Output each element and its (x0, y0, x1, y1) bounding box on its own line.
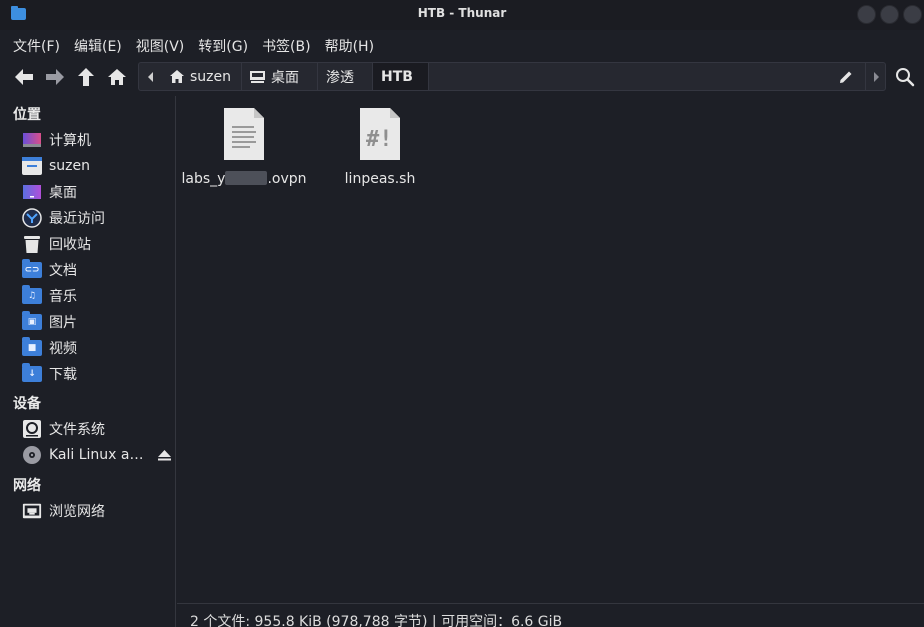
path-scroll-left-button[interactable] (141, 63, 161, 90)
pencil-icon (840, 71, 852, 83)
sidebar-label: suzen (49, 158, 91, 174)
menu-view[interactable]: 视图(V) (129, 30, 192, 58)
sidebar-label: 音乐 (49, 289, 77, 305)
sidebar: 位置 计算机 suzen 桌面 最近访问 回收站 ⊂⊃ 文档 ♫ 音乐 ▣ 图片… (0, 96, 176, 627)
minimize-button[interactable] (857, 5, 876, 24)
sidebar-item-trash[interactable]: 回收站 (22, 231, 174, 257)
home-button[interactable] (103, 63, 131, 91)
sidebar-item-pictures[interactable]: ▣ 图片 (22, 309, 174, 335)
menu-bar: 文件(F) 编辑(E) 视图(V) 转到(G) 书签(B) 帮助(H) (0, 30, 924, 58)
edit-location-button[interactable] (833, 63, 859, 90)
arrow-right-icon (46, 69, 64, 85)
sidebar-item-documents[interactable]: ⊂⊃ 文档 (22, 257, 174, 283)
recent-icon (22, 208, 42, 228)
desktop-icon (250, 70, 265, 83)
menu-file[interactable]: 文件(F) (6, 30, 67, 58)
chevron-left-icon (148, 71, 153, 82)
svg-text:#!: #! (366, 127, 393, 152)
maximize-button[interactable] (880, 5, 899, 24)
forward-button[interactable] (41, 63, 69, 91)
breadcrumb-desktop[interactable]: 桌面 (242, 63, 318, 90)
sidebar-label: 文件系统 (49, 422, 105, 438)
file-item[interactable]: #! linpeas.sh (315, 106, 445, 187)
redacted-text (225, 171, 268, 185)
breadcrumb-label: HTB (381, 68, 413, 85)
sidebar-label: 计算机 (49, 133, 91, 149)
status-bar: 2 个文件: 955.8 KiB (978,788 字节) | 可用空间：6.6… (177, 603, 924, 627)
network-icon (22, 501, 42, 521)
breadcrumb-home[interactable]: suzen (162, 63, 242, 90)
computer-icon (22, 130, 42, 150)
close-button[interactable] (903, 5, 922, 24)
menu-go[interactable]: 转到(G) (191, 30, 255, 58)
videos-folder-icon: ■ (22, 337, 42, 356)
sidebar-item-disc[interactable]: Kali Linux am… (22, 442, 174, 468)
music-folder-icon: ♫ (22, 285, 42, 304)
shell-script-icon: #! (360, 108, 400, 160)
breadcrumb-label: 渗透 (326, 69, 354, 86)
trash-icon (22, 234, 42, 254)
sidebar-item-filesystem[interactable]: 文件系统 (22, 416, 174, 442)
sidebar-item-computer[interactable]: 计算机 (22, 127, 174, 153)
file-name: labs_y .ovpn (181, 171, 307, 187)
disc-icon (22, 445, 42, 465)
menu-bookmarks[interactable]: 书签(B) (255, 30, 318, 58)
search-icon (896, 68, 915, 87)
sidebar-label: 图片 (49, 315, 77, 331)
sidebar-item-desktop[interactable]: 桌面 (22, 179, 174, 205)
path-scroll-right-button[interactable] (865, 63, 885, 90)
sidebar-label: Kali Linux am… (49, 447, 152, 463)
file-item[interactable]: labs_y .ovpn (179, 106, 309, 187)
chevron-right-icon (873, 71, 879, 82)
sidebar-label: 桌面 (49, 185, 77, 201)
pictures-folder-icon: ▣ (22, 311, 42, 330)
sidebar-section-devices: 设备 (13, 396, 41, 412)
breadcrumb-label: 桌面 (271, 69, 299, 86)
downloads-folder-icon: ↓ (22, 363, 42, 382)
breadcrumb-folder[interactable]: 渗透 (318, 63, 373, 90)
title-bar: HTB - Thunar (0, 0, 924, 30)
sidebar-item-home[interactable]: suzen (22, 153, 174, 179)
breadcrumb-current[interactable]: HTB (373, 63, 429, 90)
search-button[interactable] (891, 63, 919, 91)
sidebar-label: 下载 (49, 367, 77, 383)
text-document-icon (224, 108, 264, 160)
sidebar-section-places: 位置 (13, 107, 41, 123)
menu-help[interactable]: 帮助(H) (318, 30, 381, 58)
path-bar: suzen 桌面 渗透 HTB (138, 62, 886, 91)
sidebar-section-network: 网络 (13, 478, 41, 494)
sidebar-label: 回收站 (49, 237, 91, 253)
sidebar-item-recent[interactable]: 最近访问 (22, 205, 174, 231)
menu-edit[interactable]: 编辑(E) (67, 30, 129, 58)
window-title: HTB - Thunar (417, 6, 507, 20)
sidebar-item-browse-network[interactable]: 浏览网络 (22, 498, 174, 524)
back-button[interactable] (10, 63, 38, 91)
documents-folder-icon: ⊂⊃ (22, 259, 42, 278)
arrow-left-icon (15, 69, 33, 85)
arrow-up-icon (78, 68, 94, 86)
file-view[interactable]: labs_y .ovpn #! linpeas.sh (177, 96, 924, 603)
sidebar-label: 文档 (49, 263, 77, 279)
home-folder-icon (22, 156, 42, 176)
drive-icon (22, 419, 42, 439)
file-name: linpeas.sh (344, 171, 416, 187)
sidebar-item-downloads[interactable]: ↓ 下载 (22, 361, 174, 387)
desktop-icon (22, 182, 42, 202)
sidebar-item-videos[interactable]: ■ 视频 (22, 335, 174, 361)
sidebar-item-music[interactable]: ♫ 音乐 (22, 283, 174, 309)
sidebar-label: 视频 (49, 341, 77, 357)
sidebar-label: 最近访问 (49, 211, 105, 227)
up-button[interactable] (72, 63, 100, 91)
home-icon (108, 69, 126, 85)
eject-icon[interactable] (158, 449, 171, 461)
home-icon (170, 70, 184, 83)
sidebar-label: 浏览网络 (49, 504, 105, 520)
breadcrumb-label: suzen (190, 68, 232, 85)
